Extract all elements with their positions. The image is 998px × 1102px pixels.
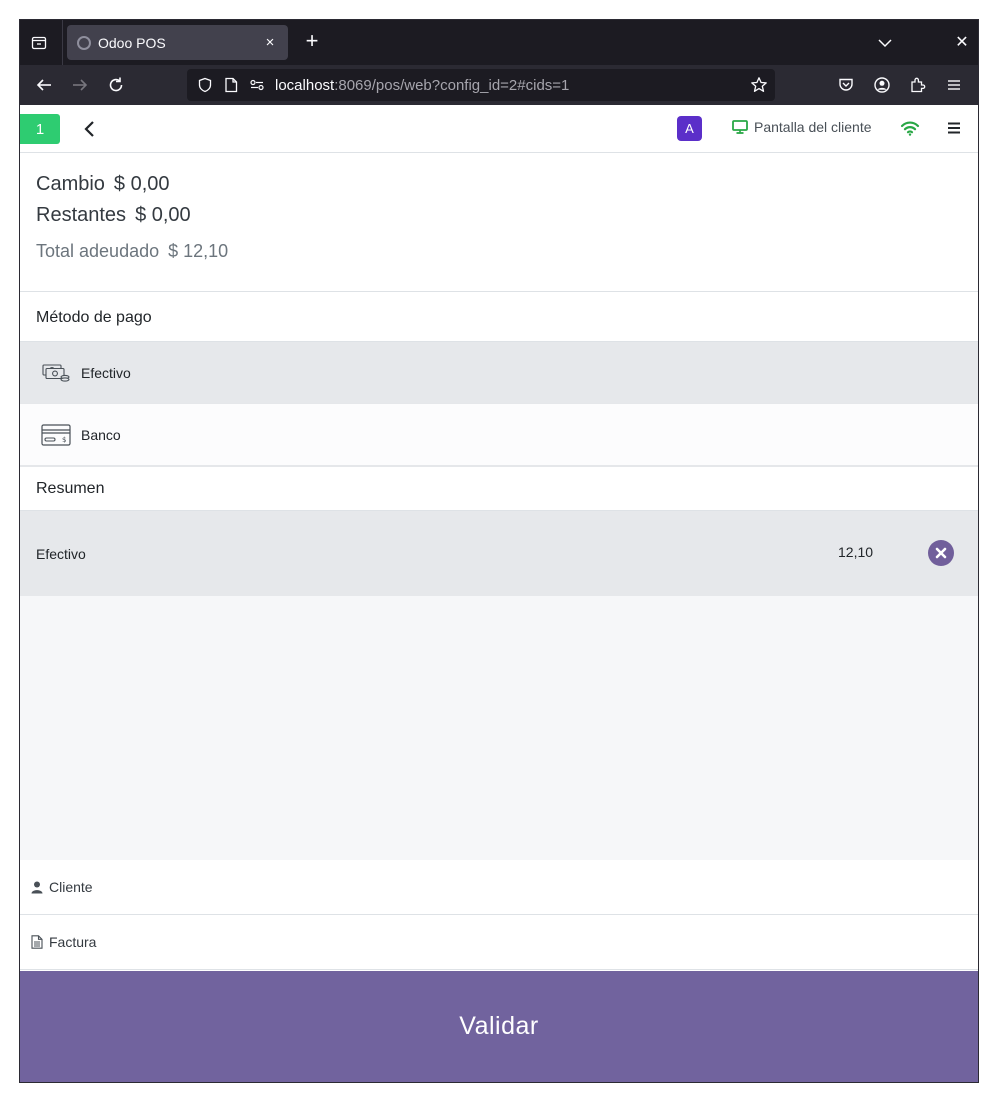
permissions-icon[interactable] — [247, 75, 267, 95]
browser-tab[interactable]: Odoo POS × — [67, 25, 288, 60]
payment-method-efectivo[interactable]: Efectivo — [20, 342, 978, 404]
remove-line-icon[interactable] — [928, 540, 954, 566]
remaining-row: Restantes $ 0,00 — [36, 204, 962, 241]
hamburger-menu-icon[interactable] — [947, 121, 961, 135]
account-icon[interactable] — [871, 74, 893, 96]
cashier-avatar[interactable]: A — [677, 116, 702, 141]
total-due-value: $ 12,10 — [168, 241, 229, 261]
browser-nav-bar: localhost:8069/pos/web?config_id=2#cids=… — [20, 65, 978, 105]
tab-close-icon[interactable]: × — [262, 34, 278, 51]
tab-title: Odoo POS — [98, 34, 166, 51]
payment-method-label: Efectivo — [81, 364, 131, 381]
invoice-button[interactable]: Factura — [20, 915, 978, 970]
pocket-icon[interactable] — [835, 74, 857, 96]
window-close-button[interactable]: ✕ — [953, 32, 971, 54]
svg-text:$: $ — [62, 436, 66, 444]
payment-method-banco[interactable]: $ Banco — [20, 404, 978, 466]
remaining-label: Restantes — [36, 204, 127, 226]
chevron-down-icon[interactable] — [874, 32, 896, 54]
browser-window: Odoo POS × + ✕ localhost:8069/pos/web?co… — [19, 19, 979, 1083]
payment-line-amount[interactable]: 12,10 — [838, 544, 873, 560]
bookmark-star-icon[interactable] — [749, 75, 769, 95]
cash-icon — [41, 361, 71, 385]
customer-display-label: Pantalla del cliente — [754, 119, 872, 135]
tab-list-icon[interactable] — [28, 32, 50, 54]
payment-method-label: Banco — [81, 426, 121, 443]
summary-title: Resumen — [20, 466, 978, 511]
change-value: $ 0,00 — [113, 173, 170, 195]
total-due-row: Total adeudado $ 12,10 — [36, 241, 962, 262]
customer-display-button[interactable]: Pantalla del cliente — [732, 119, 872, 135]
total-due-label: Total adeudado — [36, 241, 160, 261]
url-host: localhost — [275, 76, 335, 94]
url-path: :8069/pos/web?config_id=2#cids=1 — [334, 76, 570, 94]
browser-tab-bar: Odoo POS × + ✕ — [20, 20, 978, 65]
back-chevron-icon[interactable] — [80, 118, 100, 140]
url-bar[interactable]: localhost:8069/pos/web?config_id=2#cids=… — [187, 69, 775, 101]
monitor-icon — [732, 120, 748, 134]
remaining-value: $ 0,00 — [135, 204, 191, 226]
favicon-icon — [77, 35, 91, 50]
customer-button[interactable]: Cliente — [20, 860, 978, 915]
payment-lines-area — [20, 596, 978, 860]
wifi-icon[interactable] — [900, 119, 920, 137]
reload-icon[interactable] — [105, 74, 127, 96]
extensions-icon[interactable] — [907, 74, 929, 96]
change-label: Cambio — [36, 173, 105, 195]
validate-button[interactable]: Validar — [20, 971, 978, 1082]
url-text: localhost:8069/pos/web?config_id=2#cids=… — [275, 77, 569, 94]
payment-line-method: Efectivo — [36, 545, 86, 562]
payment-status: Cambio $ 0,00 Restantes $ 0,00 Total ade… — [20, 153, 978, 292]
pos-header: 1 A Pantalla del cliente — [20, 105, 978, 153]
customer-label: Cliente — [49, 879, 93, 895]
bank-card-icon: $ — [41, 423, 71, 447]
payment-line[interactable]: Efectivo 12,10 — [20, 511, 978, 596]
tab-separator — [62, 20, 63, 65]
user-icon — [30, 880, 44, 894]
new-tab-button[interactable]: + — [300, 30, 324, 54]
app-menu-icon[interactable] — [943, 74, 965, 96]
invoice-label: Factura — [49, 934, 97, 950]
order-number-badge[interactable]: 1 — [20, 114, 60, 144]
payment-methods-title: Método de pago — [20, 295, 978, 342]
forward-arrow-icon[interactable] — [69, 74, 91, 96]
page-icon[interactable] — [221, 75, 241, 95]
file-text-icon — [30, 935, 44, 949]
back-arrow-icon[interactable] — [33, 74, 55, 96]
change-row: Cambio $ 0,00 — [36, 173, 962, 204]
shield-icon[interactable] — [195, 75, 215, 95]
